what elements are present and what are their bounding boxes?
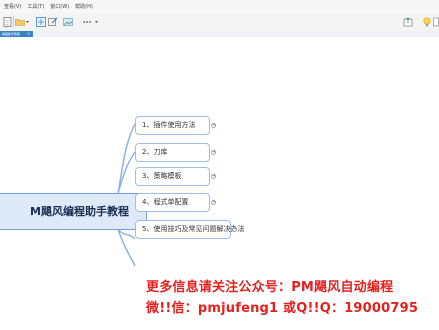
export-icon[interactable] [403,17,413,27]
expand-toggle-icon[interactable]: + [211,200,216,205]
menu-help[interactable]: 帮助(H) [75,3,93,10]
mindmap-style-icon[interactable] [36,17,46,27]
open-folder-icon[interactable] [15,17,25,27]
central-topic[interactable]: M飓风编程助手教程 [0,193,147,230]
promo-line-1: 更多信息请关注公众号：PM飓风自动编程 [146,280,394,295]
promo-line-2: 微!!信：pmjufeng1 或Q!!Q：19000795 [146,301,419,316]
panel-toggle-icon[interactable] [433,17,439,27]
branch-topic-plugin-usage[interactable]: 1、插件使用方法 [135,116,210,135]
expand-toggle-icon[interactable]: + [211,123,216,128]
menu-tools[interactable]: 工具(T) [27,3,44,10]
branch-topic-tool-library[interactable]: 2、刀库 [135,143,210,162]
image-icon[interactable] [63,17,73,27]
branch-topic-program-sheet[interactable]: 4、程式单配置 [135,193,210,212]
menu-view[interactable]: 查看(V) [4,3,21,10]
branch-topic-tips-faq[interactable]: 5、使用技巧及常见问题解决办法 [135,220,244,239]
menu-bar: 查看(V) 工具(T) 窗口(W) 帮助(H) [0,0,439,13]
edit-icon[interactable] [48,17,58,27]
expand-toggle-icon[interactable]: + [232,227,237,232]
dropdown-arrow-icon[interactable] [94,17,99,27]
toolbar-separator [13,16,14,28]
branch-topic-strategy-template[interactable]: 3、策略模板 [135,167,210,186]
connector-branch-2 [117,151,136,195]
tab-label: 编程助手教程 [2,32,21,36]
toolbar [0,13,439,32]
new-doc-icon[interactable] [3,17,12,27]
menu-window[interactable]: 窗口(W) [50,3,69,10]
expand-toggle-icon[interactable]: + [211,174,216,179]
lightbulb-icon[interactable] [423,17,431,27]
more-icon[interactable] [82,17,92,27]
dropdown-arrow-icon[interactable] [25,17,30,27]
expand-toggle-icon[interactable]: + [211,150,216,155]
